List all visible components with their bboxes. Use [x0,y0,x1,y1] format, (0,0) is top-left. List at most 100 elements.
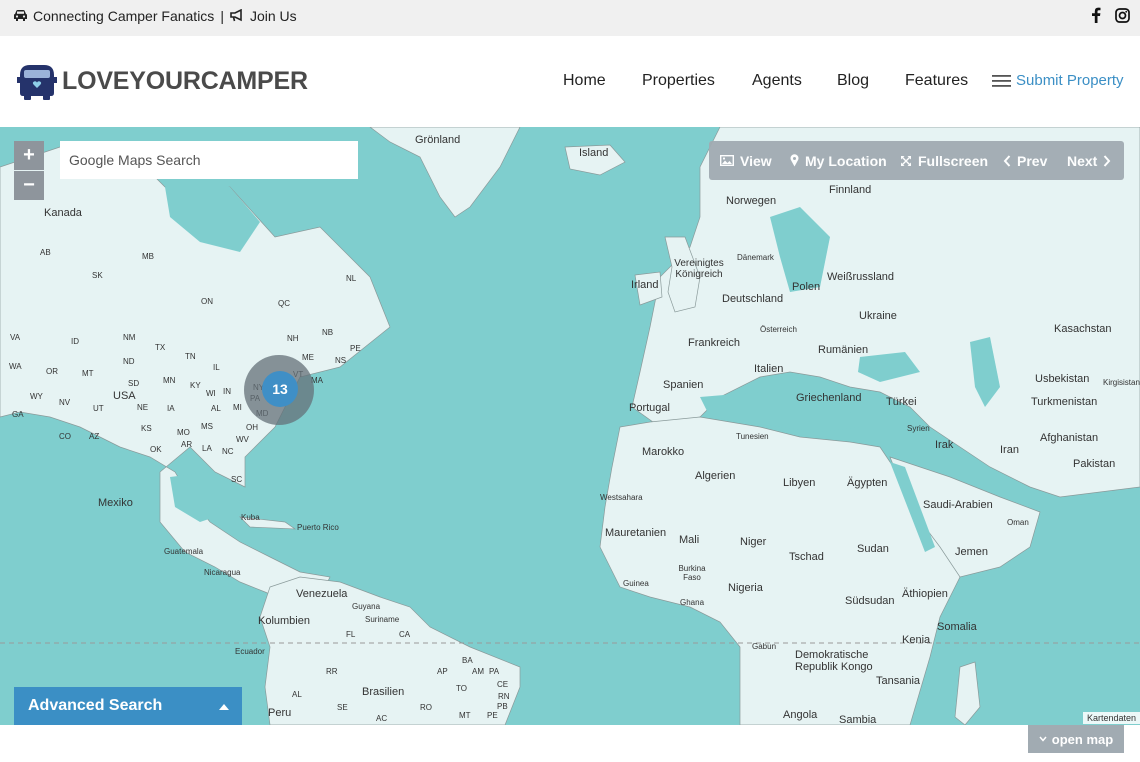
map-label: WA [9,362,22,371]
map-label: Burkina Faso [678,564,706,582]
map-label: Mauretanien [605,527,667,539]
advanced-search-label: Advanced Search [28,697,163,714]
top-bar-left: Connecting Camper Fanatics | Join Us [13,0,297,32]
map-label: Puerto Rico [297,523,339,532]
map-label: LA [202,444,212,453]
prev-button[interactable]: Prev [1003,141,1047,180]
map-label: OK [150,445,162,454]
map-label: IL [213,363,220,372]
car-icon [13,9,28,23]
submit-property-link[interactable]: Submit Property [992,72,1124,89]
nav-features[interactable]: Features [905,72,968,90]
map-label: IA [167,404,175,413]
map-label: QC [278,299,290,308]
map-label: Italien [754,363,784,375]
map-label: Niger [740,536,767,548]
nav-home[interactable]: Home [563,72,606,90]
map-label: MI [233,403,242,412]
map-label: MO [177,428,190,437]
map-label: Nigeria [728,582,763,594]
map-label: Kuba [241,513,260,522]
map-label: TO [456,684,467,693]
map-label: AZ [89,432,100,441]
map-marker-icon [790,154,799,167]
map-label: NM [123,333,136,342]
map-label: Kolumbien [258,615,310,627]
map-search-input[interactable] [60,141,358,179]
nav-blog[interactable]: Blog [837,72,869,90]
map-label: AB [40,248,51,257]
map[interactable]: Grönland Island Kanada Finnland Norwegen… [0,127,1140,725]
my-location-button[interactable]: My Location [790,141,887,180]
map-label: Sudan [857,543,889,555]
tagline: Connecting Camper Fanatics [33,8,215,24]
map-label: AC [376,714,388,723]
map-label: WV [236,435,249,444]
map-label: VA [10,333,21,342]
map-label: ND [123,357,135,366]
map-label: Mexiko [98,497,133,509]
nav-agents[interactable]: Agents [752,72,802,90]
map-label: Guatemala [164,547,204,556]
map-label: FL [346,630,356,639]
map-label: Kenia [902,634,931,646]
map-label: TX [155,343,166,352]
map-label: ME [302,353,314,362]
separator: | [220,8,224,24]
map-label: Demokratische Republik Kongo [795,649,873,673]
marker-cluster-count[interactable]: 13 [262,371,298,407]
zoom-in-button[interactable]: + [14,141,44,170]
fullscreen-button[interactable]: Fullscreen [900,141,988,180]
map-label: Algerien [695,470,736,482]
map-label: OH [246,423,258,432]
main-nav: Home Properties Agents Blog Features Sub… [0,72,1140,92]
facebook-icon[interactable] [1088,6,1104,24]
advanced-search-toggle[interactable]: Advanced Search [14,687,242,725]
map-label: USA [113,390,136,402]
open-map-button[interactable]: open map [1028,725,1124,753]
map-label: Nicaragua [204,568,241,577]
nav-properties[interactable]: Properties [642,72,715,90]
map-label: Tunesien [736,432,769,441]
map-label: Afghanistan [1040,432,1099,444]
zoom-out-button[interactable]: − [14,171,44,200]
map-label: SK [92,271,103,280]
map-label: Vereinigtes Königreich [674,258,724,280]
view-button[interactable]: View [720,141,772,180]
map-label: RN [498,692,510,701]
map-label: KS [141,424,152,433]
instagram-icon[interactable] [1114,6,1130,24]
map-label: MT [459,711,471,720]
map-label: Kanada [44,207,82,219]
map-label: Tansania [876,675,921,687]
map-label: Ghana [680,598,705,607]
map-label: Gabun [752,642,777,651]
map-label: Dänemark [737,253,774,262]
map-label: UT [93,404,104,413]
map-label: SC [231,475,243,484]
map-label: Griechenland [796,392,862,404]
map-label: NL [346,274,357,283]
next-button[interactable]: Next [1067,141,1117,180]
top-bar: Connecting Camper Fanatics | Join Us [0,0,1140,36]
map-label: Guinea [623,579,649,588]
map-label: Kirgisistan [1103,378,1140,387]
map-credits[interactable]: Kartendaten [1082,712,1140,724]
image-icon [720,155,734,166]
map-label: NB [322,328,334,337]
map-label: Pakistan [1073,458,1116,470]
map-toolbar: View My Location Fullscreen Prev Next [709,141,1124,180]
map-label: Irland [631,279,659,291]
map-label: Äthiopien [902,588,948,600]
social-links [1088,6,1130,24]
map-label: Libyen [783,477,816,489]
expand-icon [901,155,911,166]
menu-icon [992,74,1011,87]
map-label: SE [337,703,348,712]
join-us-link[interactable]: Join Us [250,8,297,24]
map-label: Tschad [789,551,824,563]
map-label: Saudi-Arabien [923,499,993,511]
map-label: PE [487,711,498,720]
map-label: RR [326,667,338,676]
map-label: Deutschland [722,293,784,305]
